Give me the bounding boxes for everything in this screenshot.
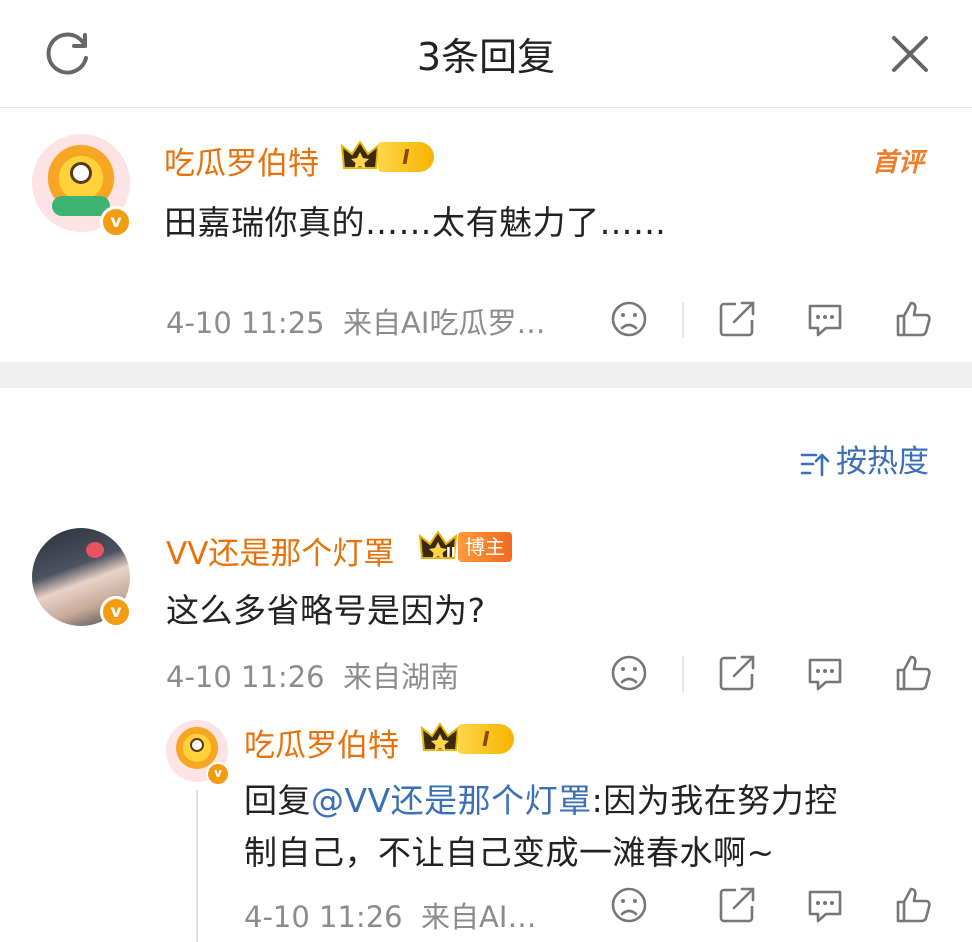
username[interactable]: 吃瓜罗伯特 [164,138,319,183]
first-comment-tag: 首评 [872,148,925,178]
close-icon[interactable] [886,30,934,78]
share-icon[interactable] [716,652,758,694]
comment-meta: 4-10 11:25 来自AI吃瓜罗… [166,300,545,342]
blogger-badge: 博主 [458,532,512,562]
divider [682,656,684,692]
comment-text: 田嘉瑞你真的……太有魅力了…… [164,203,667,242]
reply-text-line2: 制自己，不让自己变成一滩春水啊~ [244,833,775,872]
avatar[interactable]: v [32,528,132,628]
avatar[interactable]: v [32,134,132,238]
divider [682,302,684,338]
level-badge: I [378,142,434,172]
sort-label: 按热度 [836,444,929,480]
crown-icon [420,722,460,751]
sort-icon [800,453,830,476]
reply-text-line1: 回复@VV还是那个灯罩:因为我在努力控 [244,774,838,822]
comment-icon[interactable] [804,298,846,340]
header-bar: 3条回复 [0,0,972,108]
share-icon[interactable] [716,298,758,340]
verified-badge: v [100,596,132,628]
sort-button[interactable]: 按热度 [800,436,929,481]
crown-icon [340,140,380,169]
dislike-icon[interactable] [608,652,650,694]
comment-icon[interactable] [804,884,846,926]
reply-prefix: 回复 [244,781,311,820]
comment-time: 4-10 11:26 [166,660,325,694]
verified-badge: v [100,206,132,238]
like-icon[interactable] [892,884,934,926]
comment-meta: 4-10 11:26 来自AI… [244,894,536,936]
comment-source: 来自湖南 [343,660,460,694]
comment-time: 4-10 11:26 [244,900,403,934]
page-title: 3条回复 [416,35,556,79]
username[interactable]: 吃瓜罗伯特 [244,720,399,765]
share-icon[interactable] [716,884,758,926]
dislike-icon[interactable] [608,298,650,340]
username[interactable]: VV还是那个灯罩 [166,528,394,573]
like-icon[interactable] [892,652,934,694]
thread-line [196,790,198,942]
reply-text: :因为我在努力控 [591,781,838,820]
mention-link[interactable]: @VV还是那个灯罩 [311,781,592,820]
comment-source: 来自AI吃瓜罗… [343,306,546,340]
comment-text: 这么多省略号是因为? [166,591,486,630]
comment-meta: 4-10 11:26 来自湖南 [166,654,459,696]
verified-badge: v [206,762,230,786]
comment-time: 4-10 11:25 [166,306,325,340]
dislike-icon[interactable] [608,884,650,926]
level-badge: I [458,724,514,754]
comment-icon[interactable] [804,652,846,694]
comment-source: 来自AI… [421,900,537,934]
section-gap [0,362,972,388]
avatar[interactable]: v [166,720,230,786]
like-icon[interactable] [892,298,934,340]
